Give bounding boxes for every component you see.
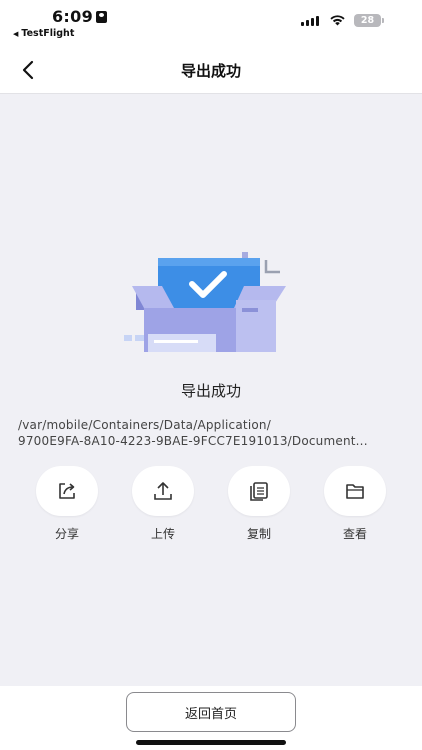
result-title: 导出成功 [180,382,241,400]
copy-icon [250,482,268,501]
copy-action[interactable]: 复制 [219,466,299,542]
home-indicator [136,740,286,745]
view-button[interactable] [324,466,386,516]
upload-action[interactable]: 上传 [123,466,203,542]
file-path-line-2: 9700E9FA-8A10-4223-9BAE-9FCC7E191013/Doc… [18,434,368,448]
status-bar: 6:09 ◀ TestFlight 28 [0,0,422,44]
view-action[interactable]: 查看 [315,466,395,542]
share-label: 分享 [54,527,79,541]
copy-label: 复制 [246,527,271,541]
back-triangle-icon: ◀ [13,29,19,38]
battery-indicator: 28 [354,14,384,27]
upload-label: 上传 [150,527,175,541]
upload-button[interactable] [132,466,194,516]
upload-icon [154,482,172,500]
nav-bar: 导出成功 [0,44,422,94]
share-button[interactable] [36,466,98,516]
page-title: 导出成功 [180,62,241,80]
share-icon [59,483,75,499]
copy-button[interactable] [228,466,290,516]
view-label: 查看 [342,527,367,541]
export-success-illustration [124,252,286,352]
cellular-signal-icon [301,16,321,26]
folder-icon [346,484,364,499]
back-app-label: TestFlight [21,28,75,39]
file-path-line-1: /var/mobile/Containers/Data/Application/ [18,418,271,432]
share-action[interactable]: 分享 [27,466,107,542]
contact-card-icon [96,11,107,23]
return-home-button[interactable]: 返回首页 [126,692,296,732]
bottom-bar: 返回首页 [0,686,422,750]
back-to-app-link[interactable]: ◀ TestFlight [13,28,74,39]
action-row: 分享 上传 复制 查看 [0,466,422,546]
status-time: 6:09 [52,7,93,26]
wifi-icon [330,15,345,26]
